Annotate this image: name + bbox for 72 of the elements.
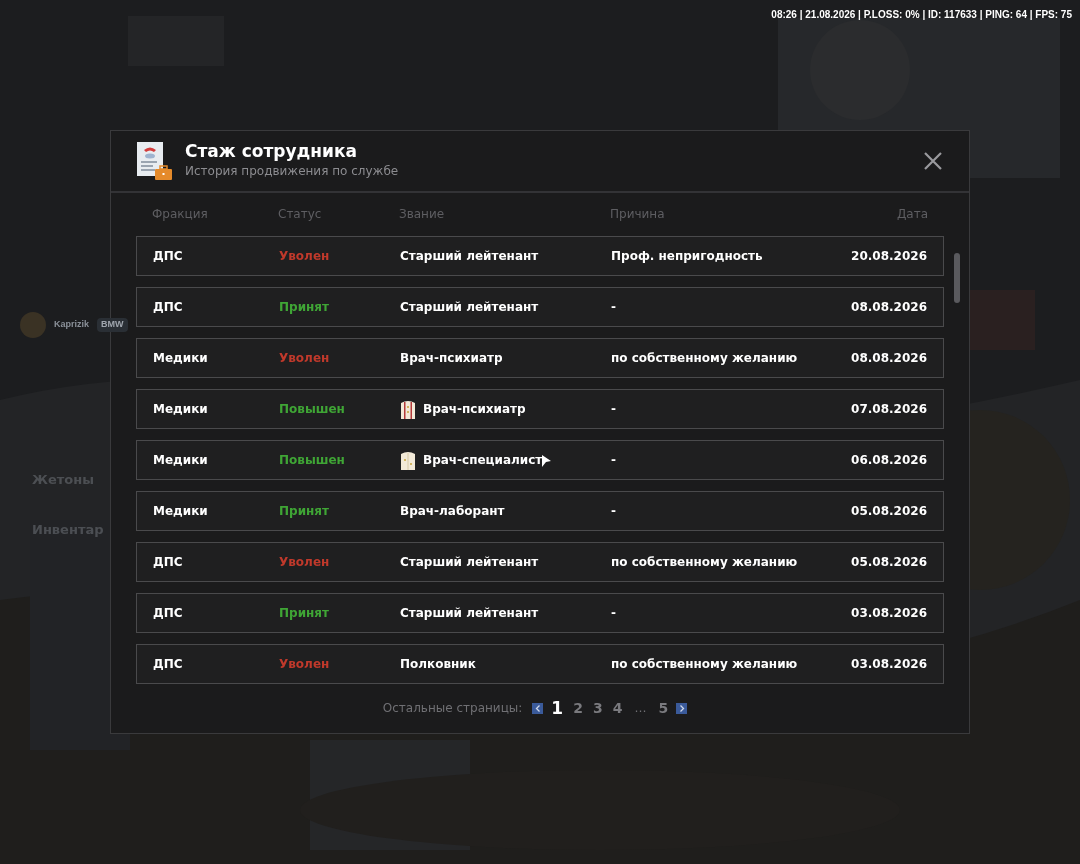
shoulder-strap-icon — [400, 449, 416, 470]
previous-page-button[interactable] — [532, 702, 544, 714]
page-link[interactable]: 5 — [656, 697, 671, 719]
reason-cell-text: - — [611, 298, 617, 316]
dialog-title: Стаж сотрудника — [185, 141, 358, 163]
pagination-label: Остальные страницы: — [382, 700, 523, 718]
document-briefcase-icon — [135, 140, 173, 181]
status-cell-text: Принят — [279, 502, 330, 520]
faction-cell-text: ДПС — [153, 604, 184, 622]
reason-cell-text: Проф. непригодность — [611, 247, 764, 265]
column-header: Причина — [610, 206, 666, 224]
rank-cell-text: Врач-психиатр — [423, 400, 526, 418]
dialog-subtitle: История продвижения по службе — [185, 163, 400, 181]
rank-cell-text: Старший лейтенант — [400, 604, 539, 622]
status-cell-text: Повышен — [279, 451, 346, 469]
date-cell-text: 08.08.2026 — [850, 349, 927, 367]
faction-cell-text: Медики — [153, 349, 209, 367]
status-cell-text: Принят — [279, 298, 330, 316]
page-link[interactable]: 2 — [571, 697, 585, 719]
status-cell-text: Принят — [279, 604, 330, 622]
close-icon — [923, 150, 943, 171]
player-name: Kaprizik — [54, 318, 89, 332]
page-link[interactable]: 3 — [590, 697, 605, 719]
status-cell-text: Уволен — [279, 655, 331, 673]
reason-cell-text: по собственному желанию — [611, 655, 799, 673]
date-cell-text: 07.08.2026 — [850, 400, 927, 418]
faction-cell-text: Медики — [153, 502, 209, 520]
reason-cell-text: по собственному желанию — [611, 349, 799, 367]
reason-cell-text: - — [611, 400, 617, 418]
column-header: Дата — [895, 206, 928, 224]
next-page-button[interactable] — [676, 702, 688, 714]
faction-cell-text: ДПС — [153, 247, 184, 265]
status-cell-text: Уволен — [279, 553, 331, 571]
faction-cell-text: Медики — [153, 400, 209, 418]
shoulder-strap-icon — [400, 398, 416, 419]
reason-cell-text: по собственному желанию — [611, 553, 799, 571]
date-cell-text: 05.08.2026 — [850, 553, 927, 571]
column-header: Фракция — [152, 206, 209, 224]
status-bar-text: 08:26 | 21.08.2026 | P.LOSS: 0% | ID: 117633 | PING: 64 | FPS: 75 — [771, 9, 1072, 20]
column-header: Статус — [278, 206, 323, 224]
faction-cell-text: ДПС — [153, 553, 184, 571]
rank-cell-text: Врач-лаборант — [400, 502, 505, 520]
pagination-ellipsis: … — [634, 700, 647, 718]
scrollbar-track[interactable] — [954, 252, 960, 303]
rank-cell-text: Полковник — [400, 655, 476, 673]
faction-cell-text: ДПС — [153, 655, 184, 673]
date-cell-text: 06.08.2026 — [850, 451, 927, 469]
reason-cell-text: - — [611, 604, 617, 622]
page-link[interactable]: 4 — [610, 697, 625, 719]
rank-cell-text: Врач-психиатр — [400, 349, 503, 367]
faction-cell-text: Медики — [153, 451, 209, 469]
date-cell-text: 03.08.2026 — [850, 655, 927, 673]
cursor-icon — [541, 454, 552, 468]
reason-cell-text: - — [611, 502, 617, 520]
rank-cell-text: Старший лейтенант — [400, 298, 539, 316]
reason-cell-text: - — [611, 451, 617, 469]
rank-cell-text: Старший лейтенант — [400, 247, 539, 265]
chevron-left-icon — [534, 704, 541, 712]
rank-cell-text: Врач-специалист — [423, 451, 543, 469]
date-cell-text: 03.08.2026 — [850, 604, 927, 622]
page-link[interactable]: 1 — [549, 695, 566, 721]
status-cell-text: Уволен — [279, 349, 331, 367]
faction-cell-text: ДПС — [153, 298, 184, 316]
column-header: Звание — [399, 206, 446, 224]
status-cell-text: Уволен — [279, 247, 331, 265]
chevron-right-icon — [678, 704, 685, 712]
date-cell-text: 20.08.2026 — [850, 247, 927, 265]
vehicle-tag: BMW — [97, 318, 128, 332]
date-cell-text: 05.08.2026 — [850, 502, 927, 520]
date-cell-text: 08.08.2026 — [850, 298, 927, 316]
rank-cell-text: Старший лейтенант — [400, 553, 539, 571]
status-cell-text: Повышен — [279, 400, 346, 418]
